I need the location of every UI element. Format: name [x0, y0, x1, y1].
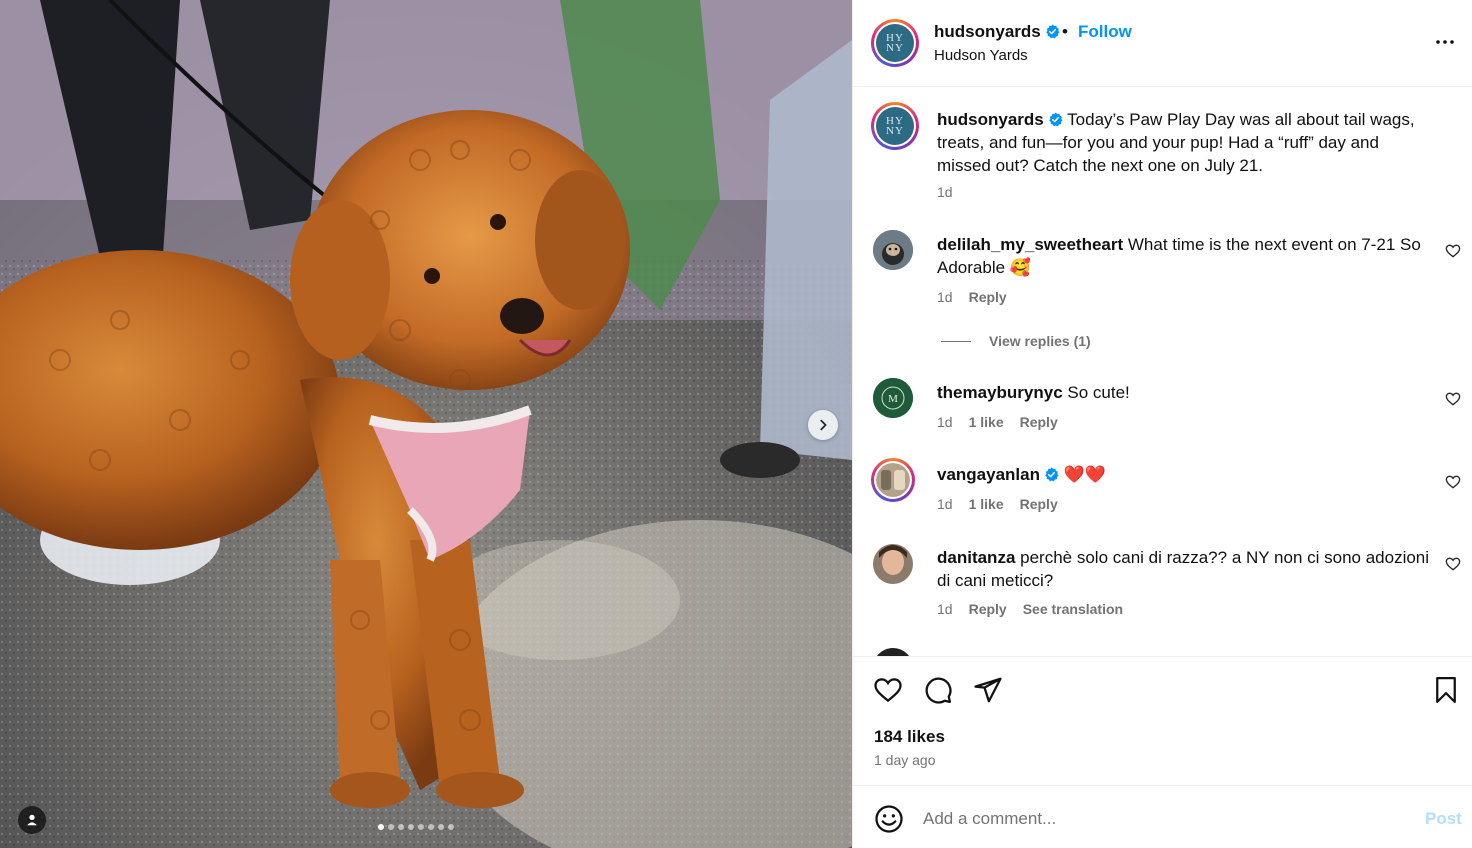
carousel-dot: [408, 824, 414, 830]
comment-avatar[interactable]: [873, 230, 913, 270]
like-comment-heart-icon[interactable]: [1445, 556, 1461, 572]
person-avatar-icon: [873, 544, 913, 584]
maybury-logo-icon: M: [873, 378, 913, 418]
comment-username[interactable]: delilah_my_sweetheart: [937, 235, 1123, 254]
more-options-icon[interactable]: [1433, 30, 1457, 54]
reply-button[interactable]: Reply: [969, 289, 1007, 305]
reply-button[interactable]: Reply: [1020, 414, 1058, 430]
comment-likes[interactable]: 1 like: [969, 414, 1004, 430]
comment-time: 1d: [937, 496, 953, 512]
caption-time: 1d: [937, 184, 953, 200]
post-header: HY NY hudsonyards • Follow Hudson Yards: [853, 0, 1472, 87]
view-replies-button[interactable]: View replies (1): [941, 333, 1091, 349]
comment-meta: 1d Reply See translation: [937, 601, 1123, 617]
carousel-indicator: [378, 824, 454, 830]
dog-photo: [0, 0, 852, 848]
comment-meta: 1d 1 like Reply: [937, 414, 1058, 430]
carousel-dot: [378, 824, 384, 830]
comment-time: 1d: [937, 289, 953, 305]
tagged-users-button[interactable]: [18, 806, 46, 834]
comment-likes[interactable]: 1 like: [969, 496, 1004, 512]
comment-time: 1d: [937, 601, 953, 617]
caption-meta: 1d: [937, 184, 953, 200]
caption-author-avatar[interactable]: HY NY: [871, 102, 919, 150]
verified-badge-icon: [1045, 467, 1059, 482]
carousel-dot: [418, 824, 424, 830]
comment-avatar[interactable]: [873, 544, 913, 584]
dog-avatar-icon: [873, 230, 913, 270]
comments-list[interactable]: HY NY hudsonyards Today’s Paw Play Day w…: [853, 88, 1472, 656]
chevron-right-icon: [820, 419, 827, 431]
post-actions: 184 likes 1 day ago: [853, 656, 1472, 786]
comment-icon[interactable]: [923, 675, 953, 705]
post-image[interactable]: [0, 0, 852, 848]
see-translation-button[interactable]: See translation: [1023, 601, 1123, 617]
post-comment-button[interactable]: Post: [1425, 809, 1462, 829]
reply-button[interactable]: Reply: [1020, 496, 1058, 512]
view-replies-line: [941, 340, 971, 342]
comment-time: 1d: [937, 414, 953, 430]
post-details-panel: HY NY hudsonyards • Follow Hudson Yards …: [852, 0, 1472, 848]
author-avatar[interactable]: HY NY: [871, 19, 919, 67]
carousel-dot: [438, 824, 444, 830]
comment-body: themayburynyc So cute!: [937, 381, 1432, 404]
comment-body: vangayanlan ❤️❤️: [937, 463, 1432, 486]
comment-username[interactable]: danitanza: [937, 548, 1015, 567]
like-comment-heart-icon[interactable]: [1445, 391, 1461, 407]
carousel-dot: [428, 824, 434, 830]
caption-username[interactable]: hudsonyards: [937, 110, 1044, 129]
caption-avatar-logo: HY NY: [876, 107, 914, 145]
svg-text:M: M: [888, 393, 898, 405]
comment-text: So cute!: [1067, 383, 1130, 402]
carousel-dot: [388, 824, 394, 830]
likes-count[interactable]: 184 likes: [874, 727, 945, 747]
comment-username[interactable]: themayburynyc: [937, 383, 1063, 402]
user-tag-icon: [27, 814, 37, 826]
caption: hudsonyards Today’s Paw Play Day was all…: [937, 108, 1432, 177]
post-time: 1 day ago: [874, 752, 936, 768]
emoji-icon[interactable]: [874, 804, 904, 834]
carousel-dot: [448, 824, 454, 830]
author-username-text[interactable]: hudsonyards: [934, 22, 1041, 41]
comment-avatar[interactable]: M: [873, 378, 913, 418]
post-location[interactable]: Hudson Yards: [934, 47, 1028, 64]
bookmark-icon[interactable]: [1431, 675, 1461, 705]
verified-badge-icon: [1048, 112, 1063, 127]
header-separator: •: [1062, 22, 1068, 41]
comment-text: ❤️❤️: [1063, 465, 1107, 484]
comment-body: delilah_my_sweetheart What time is the n…: [937, 233, 1432, 279]
comment-avatar[interactable]: [873, 648, 913, 656]
next-slide-button[interactable]: [808, 410, 838, 440]
like-comment-heart-icon[interactable]: [1445, 243, 1461, 259]
comment-avatar[interactable]: [871, 458, 915, 502]
view-replies-label[interactable]: View replies (1): [989, 333, 1091, 349]
comment-meta: 1d 1 like Reply: [937, 496, 1058, 512]
follow-button[interactable]: Follow: [1078, 22, 1132, 42]
comment-input[interactable]: [923, 805, 1393, 833]
comment-username[interactable]: vangayanlan: [937, 465, 1040, 484]
reply-button[interactable]: Reply: [969, 601, 1007, 617]
heart-icon[interactable]: [873, 675, 903, 705]
carousel-dot: [398, 824, 404, 830]
add-comment-bar: Post: [853, 787, 1472, 848]
like-comment-heart-icon[interactable]: [1445, 474, 1461, 490]
person-avatar-icon: [876, 463, 910, 497]
author-avatar-logo: HY NY: [876, 24, 914, 62]
comment-meta: 1d Reply: [937, 289, 1007, 305]
share-icon[interactable]: [973, 675, 1003, 705]
author-username[interactable]: hudsonyards: [934, 22, 1060, 42]
verified-badge-icon: [1045, 24, 1060, 39]
comment-body: danitanza perchè solo cani di razza?? a …: [937, 546, 1432, 592]
